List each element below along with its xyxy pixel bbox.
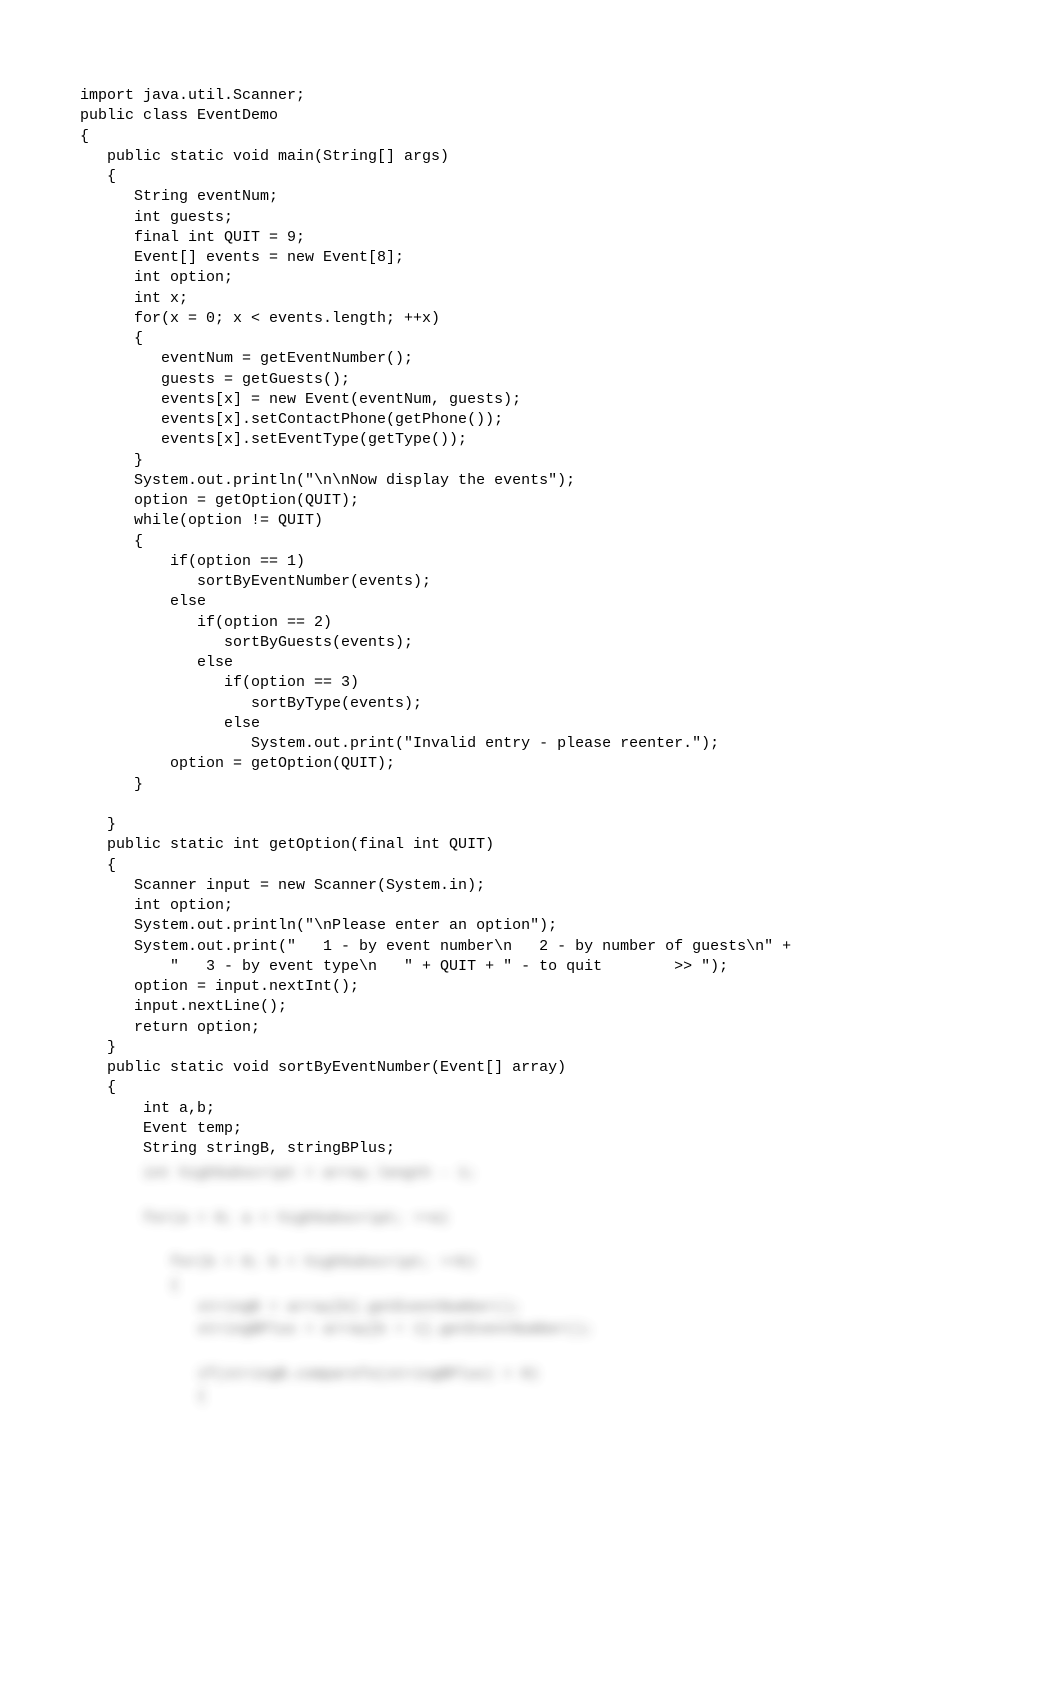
blurred-code-line: for(b = 0; b < highSubscript; ++b) [80,1252,982,1274]
blurred-code-line: int highSubscript = array.length - 1; [80,1163,982,1185]
blurred-code-region: int highSubscript = array.length - 1; fo… [80,1163,982,1408]
blurred-code-line [80,1341,982,1363]
blurred-code-line: for(a = 0; a < highSubscript; ++a) [80,1208,982,1230]
blurred-code-line [80,1186,982,1208]
blurred-code-line: if(stringB.compareTo(stringBPlus) > 0) [80,1364,982,1386]
code-block: import java.util.Scanner; public class E… [80,86,982,1159]
blurred-code-line [80,1230,982,1252]
blurred-code-line: stringB = array[b].getEventNumber(); [80,1297,982,1319]
blurred-code-line: { [80,1275,982,1297]
blurred-code-line: { [80,1386,982,1408]
blurred-code-line: stringBPlus = array[b + 1].getEventNumbe… [80,1319,982,1341]
document-page: import java.util.Scanner; public class E… [0,0,1062,1686]
